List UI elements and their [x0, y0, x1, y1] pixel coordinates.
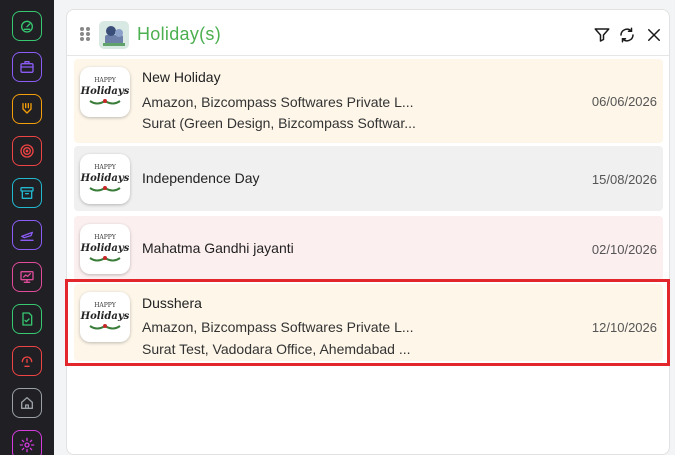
sidebar-item-briefcase[interactable]	[12, 52, 42, 82]
gear-icon	[19, 437, 35, 453]
archive-icon	[20, 187, 34, 199]
holiday-companies: Amazon, Bizcompass Softwares Private L..…	[142, 94, 414, 110]
close-icon[interactable]	[645, 26, 663, 44]
sidebar-item-document[interactable]	[12, 304, 42, 334]
hands-icon	[22, 103, 32, 114]
headset-icon	[21, 356, 33, 367]
sidebar	[0, 0, 54, 455]
sidebar-item-support[interactable]	[12, 346, 42, 376]
panel-header: Holiday(s)	[67, 10, 669, 56]
holiday-title: New Holiday	[142, 69, 221, 85]
briefcase-icon	[20, 61, 34, 73]
holiday-row[interactable]: HAPPY Holidays Independence Day 15/08/20…	[74, 146, 663, 211]
sidebar-item-target[interactable]	[12, 136, 42, 166]
sidebar-item-settings[interactable]	[12, 430, 42, 455]
sidebar-item-home[interactable]	[12, 388, 42, 418]
document-icon	[22, 312, 33, 326]
sidebar-item-dashboard[interactable]	[12, 11, 42, 41]
sidebar-item-monitor[interactable]	[12, 262, 42, 292]
holiday-row[interactable]: HAPPY Holidays Mahatma Gandhi jayanti 02…	[74, 216, 663, 281]
target-icon	[20, 144, 34, 158]
panel-title: Holiday(s)	[137, 24, 222, 44]
svg-text:Holidays: Holidays	[80, 173, 130, 184]
dashboard-icon	[21, 20, 33, 33]
holiday-thumbnail: HAPPY Holidays	[80, 154, 130, 204]
holiday-date: 15/08/2026	[591, 172, 657, 187]
plane-icon	[20, 231, 34, 241]
selection-highlight	[65, 279, 670, 366]
holiday-widget-icon	[99, 21, 129, 49]
home-icon	[21, 397, 33, 409]
holiday-thumbnail: HAPPY Holidays	[80, 224, 130, 274]
holidays-panel: Holiday(s) HAPPY Holidays New Holiday Am…	[66, 9, 670, 455]
svg-text:HAPPY: HAPPY	[94, 234, 117, 241]
svg-text:Holidays: Holidays	[80, 86, 130, 97]
svg-text:Holidays: Holidays	[80, 243, 130, 254]
drag-handle-icon[interactable]	[80, 27, 90, 41]
refresh-icon[interactable]	[618, 26, 636, 44]
monitor-icon	[20, 271, 34, 283]
holiday-locations: Surat (Green Design, Bizcompass Softwar.…	[142, 115, 416, 131]
svg-text:HAPPY: HAPPY	[94, 77, 117, 84]
filter-icon[interactable]	[593, 26, 611, 44]
svg-text:HAPPY: HAPPY	[94, 164, 117, 171]
holiday-date: 06/06/2026	[591, 94, 657, 109]
sidebar-item-travel[interactable]	[12, 220, 42, 250]
sidebar-item-archive[interactable]	[12, 178, 42, 208]
holiday-row[interactable]: HAPPY Holidays New Holiday Amazon, Bizco…	[74, 59, 663, 143]
holiday-thumbnail: HAPPY Holidays	[80, 67, 130, 117]
sidebar-item-hands[interactable]	[12, 94, 42, 124]
holiday-title: Mahatma Gandhi jayanti	[142, 240, 294, 256]
holiday-title: Independence Day	[142, 170, 260, 186]
holiday-date: 02/10/2026	[591, 242, 657, 257]
